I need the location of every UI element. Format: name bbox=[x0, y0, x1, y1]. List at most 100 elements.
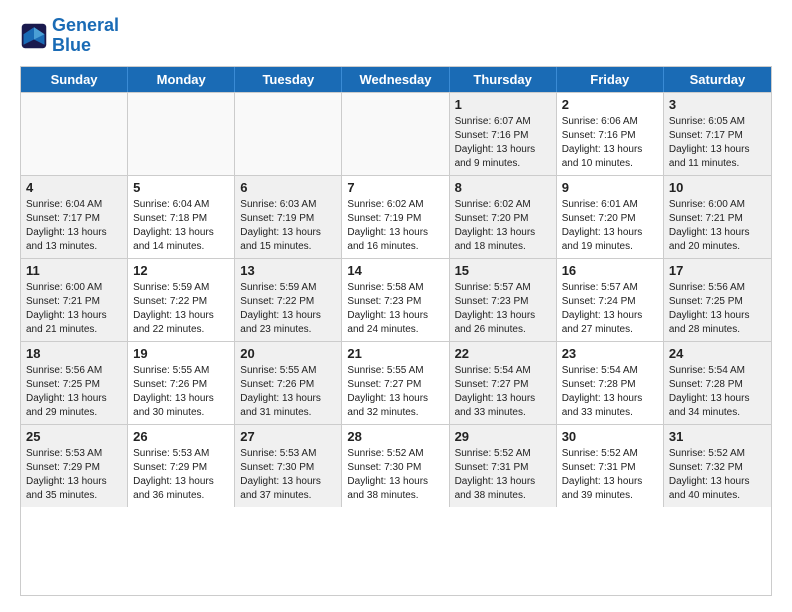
calendar-cell-2: 2 Sunrise: 6:06 AM Sunset: 7:16 PM Daylig… bbox=[557, 93, 664, 175]
day-number: 1 bbox=[455, 97, 551, 112]
day-number: 7 bbox=[347, 180, 443, 195]
calendar-cell-29: 29Sunrise: 5:52 AM Sunset: 7:31 PM Dayli… bbox=[450, 425, 557, 507]
calendar-cell-12: 12Sunrise: 5:59 AM Sunset: 7:22 PM Dayli… bbox=[128, 259, 235, 341]
day-number: 23 bbox=[562, 346, 658, 361]
calendar-cell-14: 14Sunrise: 5:58 AM Sunset: 7:23 PM Dayli… bbox=[342, 259, 449, 341]
calendar-cell-24: 24Sunrise: 5:54 AM Sunset: 7:28 PM Dayli… bbox=[664, 342, 771, 424]
cell-info: Sunrise: 5:52 AM Sunset: 7:31 PM Dayligh… bbox=[562, 447, 658, 503]
calendar-cell-17: 17 Sunrise: 5:56 AM Sunset: 7:25 PM Dayli… bbox=[664, 259, 771, 341]
cell-info: Sunrise: 5:57 AM Sunset: 7:24 PM Dayligh… bbox=[562, 281, 658, 337]
day-number: 14 bbox=[347, 263, 443, 278]
calendar-cell-7: 7 Sunrise: 6:02 AM Sunset: 7:19 PM Daylig… bbox=[342, 176, 449, 258]
calendar-cell-26: 26Sunrise: 5:53 AM Sunset: 7:29 PM Dayli… bbox=[128, 425, 235, 507]
day-number: 20 bbox=[240, 346, 336, 361]
calendar-row-3: 11 Sunrise: 6:00 AM Sunset: 7:21 PM Dayli… bbox=[21, 258, 771, 341]
day-number: 24 bbox=[669, 346, 766, 361]
calendar-cell-empty bbox=[342, 93, 449, 175]
calendar-header: SundayMondayTuesdayWednesdayThursdayFrid… bbox=[21, 67, 771, 92]
cell-info: Sunrise: 6:04 AM Sunset: 7:17 PM Dayligh… bbox=[26, 198, 122, 254]
day-number: 31 bbox=[669, 429, 766, 444]
cell-info: Sunrise: 6:05 AM Sunset: 7:17 PM Dayligh… bbox=[669, 115, 766, 171]
cell-info: Sunrise: 5:52 AM Sunset: 7:31 PM Dayligh… bbox=[455, 447, 551, 503]
calendar-row-5: 25 Sunrise: 5:53 AM Sunset: 7:29 PM Dayli… bbox=[21, 424, 771, 507]
cell-info: Sunrise: 5:59 AM Sunset: 7:22 PM Dayligh… bbox=[240, 281, 336, 337]
cell-info: Sunrise: 5:54 AM Sunset: 7:27 PM Dayligh… bbox=[455, 364, 551, 420]
cell-info: Sunrise: 6:02 AM Sunset: 7:19 PM Dayligh… bbox=[347, 198, 443, 254]
calendar-cell-10: 10Sunrise: 6:00 AM Sunset: 7:21 PM Dayli… bbox=[664, 176, 771, 258]
calendar-cell-15: 15 Sunrise: 5:57 AM Sunset: 7:23 PM Dayli… bbox=[450, 259, 557, 341]
cell-info: Sunrise: 6:03 AM Sunset: 7:19 PM Dayligh… bbox=[240, 198, 336, 254]
calendar-cell-30: 30 Sunrise: 5:52 AM Sunset: 7:31 PM Dayli… bbox=[557, 425, 664, 507]
calendar-row-1: 1Sunrise: 6:07 AM Sunset: 7:16 PM Daylig… bbox=[21, 92, 771, 175]
day-number: 17 bbox=[669, 263, 766, 278]
calendar-row-4: 18 Sunrise: 5:56 AM Sunset: 7:25 PM Dayli… bbox=[21, 341, 771, 424]
calendar-cell-20: 20 Sunrise: 5:55 AM Sunset: 7:26 PM Dayli… bbox=[235, 342, 342, 424]
calendar-cell-22: 22 Sunrise: 5:54 AM Sunset: 7:27 PM Dayli… bbox=[450, 342, 557, 424]
calendar-cell-5: 5Sunrise: 6:04 AM Sunset: 7:18 PM Daylig… bbox=[128, 176, 235, 258]
calendar-cell-6: 6 Sunrise: 6:03 AM Sunset: 7:19 PM Daylig… bbox=[235, 176, 342, 258]
day-number: 26 bbox=[133, 429, 229, 444]
calendar-cell-23: 23 Sunrise: 5:54 AM Sunset: 7:28 PM Dayli… bbox=[557, 342, 664, 424]
day-number: 27 bbox=[240, 429, 336, 444]
page: General Blue SundayMondayTuesdayWednesda… bbox=[0, 0, 792, 612]
calendar-cell-empty bbox=[128, 93, 235, 175]
cell-info: Sunrise: 5:56 AM Sunset: 7:25 PM Dayligh… bbox=[669, 281, 766, 337]
header-day-tuesday: Tuesday bbox=[235, 67, 342, 92]
day-number: 30 bbox=[562, 429, 658, 444]
calendar-cell-empty bbox=[21, 93, 128, 175]
day-number: 9 bbox=[562, 180, 658, 195]
day-number: 8 bbox=[455, 180, 551, 195]
day-number: 10 bbox=[669, 180, 766, 195]
header-day-thursday: Thursday bbox=[450, 67, 557, 92]
calendar-cell-9: 9 Sunrise: 6:01 AM Sunset: 7:20 PM Daylig… bbox=[557, 176, 664, 258]
cell-info: Sunrise: 5:55 AM Sunset: 7:26 PM Dayligh… bbox=[240, 364, 336, 420]
cell-info: Sunrise: 5:59 AM Sunset: 7:22 PM Dayligh… bbox=[133, 281, 229, 337]
header-day-wednesday: Wednesday bbox=[342, 67, 449, 92]
day-number: 15 bbox=[455, 263, 551, 278]
calendar-cell-19: 19Sunrise: 5:55 AM Sunset: 7:26 PM Dayli… bbox=[128, 342, 235, 424]
calendar-cell-18: 18 Sunrise: 5:56 AM Sunset: 7:25 PM Dayli… bbox=[21, 342, 128, 424]
cell-info: Sunrise: 6:01 AM Sunset: 7:20 PM Dayligh… bbox=[562, 198, 658, 254]
cell-info: Sunrise: 5:55 AM Sunset: 7:27 PM Dayligh… bbox=[347, 364, 443, 420]
calendar-cell-25: 25 Sunrise: 5:53 AM Sunset: 7:29 PM Dayli… bbox=[21, 425, 128, 507]
calendar-cell-empty bbox=[235, 93, 342, 175]
cell-info: Sunrise: 5:54 AM Sunset: 7:28 PM Dayligh… bbox=[562, 364, 658, 420]
calendar-cell-8: 8 Sunrise: 6:02 AM Sunset: 7:20 PM Daylig… bbox=[450, 176, 557, 258]
day-number: 28 bbox=[347, 429, 443, 444]
day-number: 22 bbox=[455, 346, 551, 361]
cell-info: Sunrise: 5:52 AM Sunset: 7:30 PM Dayligh… bbox=[347, 447, 443, 503]
day-number: 21 bbox=[347, 346, 443, 361]
calendar-cell-21: 21 Sunrise: 5:55 AM Sunset: 7:27 PM Dayli… bbox=[342, 342, 449, 424]
cell-info: Sunrise: 5:57 AM Sunset: 7:23 PM Dayligh… bbox=[455, 281, 551, 337]
cell-info: Sunrise: 5:56 AM Sunset: 7:25 PM Dayligh… bbox=[26, 364, 122, 420]
calendar-cell-27: 27Sunrise: 5:53 AM Sunset: 7:30 PM Dayli… bbox=[235, 425, 342, 507]
calendar-cell-4: 4 Sunrise: 6:04 AM Sunset: 7:17 PM Daylig… bbox=[21, 176, 128, 258]
calendar-cell-1: 1Sunrise: 6:07 AM Sunset: 7:16 PM Daylig… bbox=[450, 93, 557, 175]
header-day-sunday: Sunday bbox=[21, 67, 128, 92]
calendar-cell-13: 13Sunrise: 5:59 AM Sunset: 7:22 PM Dayli… bbox=[235, 259, 342, 341]
header-day-friday: Friday bbox=[557, 67, 664, 92]
cell-info: Sunrise: 5:53 AM Sunset: 7:29 PM Dayligh… bbox=[26, 447, 122, 503]
cell-info: Sunrise: 6:00 AM Sunset: 7:21 PM Dayligh… bbox=[26, 281, 122, 337]
logo-icon bbox=[20, 22, 48, 50]
day-number: 4 bbox=[26, 180, 122, 195]
header: General Blue bbox=[20, 16, 772, 56]
calendar: SundayMondayTuesdayWednesdayThursdayFrid… bbox=[20, 66, 772, 596]
day-number: 11 bbox=[26, 263, 122, 278]
day-number: 6 bbox=[240, 180, 336, 195]
calendar-row-2: 4 Sunrise: 6:04 AM Sunset: 7:17 PM Daylig… bbox=[21, 175, 771, 258]
cell-info: Sunrise: 6:06 AM Sunset: 7:16 PM Dayligh… bbox=[562, 115, 658, 171]
cell-info: Sunrise: 6:04 AM Sunset: 7:18 PM Dayligh… bbox=[133, 198, 229, 254]
header-day-saturday: Saturday bbox=[664, 67, 771, 92]
calendar-cell-11: 11 Sunrise: 6:00 AM Sunset: 7:21 PM Dayli… bbox=[21, 259, 128, 341]
day-number: 25 bbox=[26, 429, 122, 444]
logo: General Blue bbox=[20, 16, 119, 56]
header-day-monday: Monday bbox=[128, 67, 235, 92]
day-number: 18 bbox=[26, 346, 122, 361]
cell-info: Sunrise: 5:55 AM Sunset: 7:26 PM Dayligh… bbox=[133, 364, 229, 420]
logo-text: General Blue bbox=[52, 16, 119, 56]
calendar-body: 1Sunrise: 6:07 AM Sunset: 7:16 PM Daylig… bbox=[21, 92, 771, 507]
cell-info: Sunrise: 6:02 AM Sunset: 7:20 PM Dayligh… bbox=[455, 198, 551, 254]
calendar-cell-3: 3Sunrise: 6:05 AM Sunset: 7:17 PM Daylig… bbox=[664, 93, 771, 175]
day-number: 2 bbox=[562, 97, 658, 112]
